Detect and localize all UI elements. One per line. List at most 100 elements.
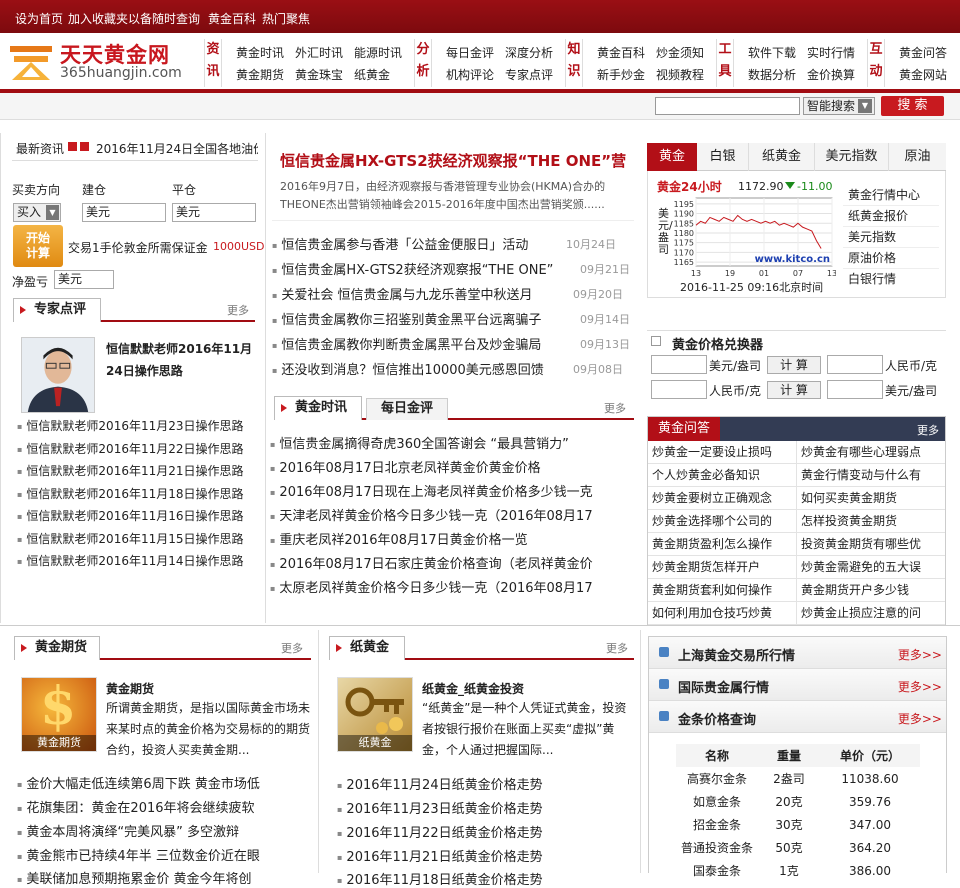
search-button[interactable]: 搜 索 xyxy=(881,96,944,116)
list-item[interactable]: 黄金本周将演绎“完美风暴” 多空激辩 xyxy=(17,821,312,840)
usd-oz-input[interactable] xyxy=(651,355,707,374)
list-item[interactable]: 美联储加息预期拖累金价 黄金今年将创 xyxy=(17,868,312,887)
tab-dollar-index[interactable]: 美元指数 xyxy=(815,143,889,171)
news-item[interactable]: 重庆老凤祥2016年08月17日黄金价格一览 xyxy=(270,529,604,548)
rmb-g-output[interactable] xyxy=(827,355,883,374)
news-item[interactable]: 关爱社会 恒信贵金属与九龙乐善堂中秋送月 xyxy=(272,284,562,303)
list-item[interactable]: 恒信默默老师2016年11月16日操作思路 xyxy=(17,507,243,524)
profit-input[interactable]: 美元 xyxy=(54,270,114,289)
quote-link[interactable]: 原油价格 xyxy=(843,248,939,269)
table-row[interactable]: 招金金条 30克 347.00 xyxy=(676,813,920,836)
news-item[interactable]: 2016年08月17日现在上海老凤祥黄金价格多少钱一克 xyxy=(270,481,634,500)
list-item[interactable]: 恒信默默老师2016年11月14日操作思路 xyxy=(17,552,243,569)
list-item[interactable]: 恒信默默老师2016年11月15日操作思路 xyxy=(17,530,243,547)
list-item[interactable]: 恒信默默老师2016年11月22日操作思路 xyxy=(17,440,243,457)
nav-link[interactable]: 每日金评 xyxy=(446,44,494,61)
tab-daily-review[interactable]: 每日金评 xyxy=(366,398,448,420)
news-item[interactable]: 2016年08月17日北京老凤祥黄金价黄金价格 xyxy=(270,457,634,476)
news-item[interactable]: 还没收到消息？恒信推出10000美元感恩回馈 xyxy=(272,359,572,378)
calculate-button[interactable]: 开始计算 xyxy=(13,225,63,267)
expert-avatar[interactable] xyxy=(21,337,95,413)
market-row[interactable]: 上海黄金交易所行情 更多>> xyxy=(649,637,946,669)
news-item[interactable]: 恒信贵金属参与香港「公益金便服日」活动 xyxy=(272,234,562,253)
calc-button[interactable]: 计 算 xyxy=(767,381,821,399)
qa-item[interactable]: 投资黄金期货有哪些优 xyxy=(797,533,945,556)
table-row[interactable]: 如意金条 20克 359.76 xyxy=(676,790,920,813)
expert-more-link[interactable]: 更多 xyxy=(227,302,249,318)
qa-item[interactable]: 炒黄金止损应注意的问 xyxy=(797,602,945,625)
arrow-down-icon[interactable] xyxy=(80,142,89,151)
set-homepage-link[interactable]: 设为首页 xyxy=(15,10,63,27)
nav-link[interactable]: 黄金珠宝 xyxy=(295,66,343,83)
quote-link[interactable]: 纸黄金报价 xyxy=(843,206,939,227)
quote-link[interactable]: 白银行情 xyxy=(843,269,939,290)
qa-item[interactable]: 炒黄金一定要设止损吗 xyxy=(648,441,797,464)
market-more-link[interactable]: 更多>> xyxy=(898,710,942,727)
tab-oil[interactable]: 原油 xyxy=(889,143,946,171)
nav-link[interactable]: 外汇时讯 xyxy=(295,44,343,61)
expert-headline[interactable]: 恒信默默老师2016年11月24日操作思路 xyxy=(106,338,260,382)
list-item[interactable]: 金价大幅走低连续第6周下跌 黄金市场低 xyxy=(17,773,312,792)
news-item[interactable]: 恒信贵金属教你三招鉴别黄金黑平台远离骗子 xyxy=(272,309,572,328)
list-item[interactable]: 黄金熊市已持续4年半 三位数金价近在眼 xyxy=(17,845,312,864)
market-more-link[interactable]: 更多>> xyxy=(898,646,942,663)
tab-futures[interactable]: 黄金期货 xyxy=(14,636,100,660)
calc-button[interactable]: 计 算 xyxy=(767,356,821,374)
ticker-text[interactable]: 2016年11月24日全国各地油价 xyxy=(96,140,258,157)
qa-item[interactable]: 炒黄金有哪些心理弱点 xyxy=(797,441,945,464)
arrow-up-icon[interactable] xyxy=(68,142,77,151)
qa-item[interactable]: 黄金期货盈利怎么操作 xyxy=(648,533,797,556)
tab-gold-news[interactable]: 黄金时讯 xyxy=(274,396,362,420)
table-row[interactable]: 国泰金条 1克 386.00 xyxy=(676,859,920,882)
search-input[interactable] xyxy=(655,97,800,115)
tab-gold-qa[interactable]: 黄金问答 xyxy=(648,417,720,441)
qa-item[interactable]: 炒黄金期货怎样开户 xyxy=(648,556,797,579)
nav-link[interactable]: 黄金百科 xyxy=(597,44,645,61)
market-row[interactable]: 金条价格查询 更多>> xyxy=(649,701,946,733)
close-price-input[interactable]: 美元 xyxy=(172,203,256,222)
list-item[interactable]: 恒信默默老师2016年11月21日操作思路 xyxy=(17,462,243,479)
tab-paper-gold[interactable]: 纸黄金 xyxy=(749,143,815,171)
futures-more-link[interactable]: 更多 xyxy=(281,640,303,656)
nav-link[interactable]: 炒金须知 xyxy=(656,44,704,61)
nav-link[interactable]: 黄金网站 xyxy=(899,66,947,83)
quote-link[interactable]: 黄金行情中心 xyxy=(843,185,939,206)
tab-paper-gold-section[interactable]: 纸黄金 xyxy=(329,636,405,660)
qa-item[interactable]: 炒黄金要树立正确观念 xyxy=(648,487,797,510)
list-item[interactable]: 2016年11月21日纸黄金价格走势 xyxy=(337,846,632,865)
qa-item[interactable]: 怎样投资黄金期货 xyxy=(797,510,945,533)
nav-link[interactable]: 黄金问答 xyxy=(899,44,947,61)
qa-item[interactable]: 黄金行情变动与什么有 xyxy=(797,464,945,487)
nav-link[interactable]: 专家点评 xyxy=(505,66,553,83)
market-more-link[interactable]: 更多>> xyxy=(898,678,942,695)
search-type-select[interactable]: 智能搜索 ▼ xyxy=(803,97,875,115)
paper-gold-image[interactable]: 纸黄金 xyxy=(337,677,413,752)
futures-image[interactable]: $ 黄金期货 xyxy=(21,676,97,752)
usd-oz-output[interactable] xyxy=(827,380,883,399)
nav-link[interactable]: 视频教程 xyxy=(656,66,704,83)
futures-head[interactable]: 黄金期货 xyxy=(106,680,154,697)
qa-item[interactable]: 如何买卖黄金期货 xyxy=(797,487,945,510)
list-item[interactable]: 2016年11月24日纸黄金价格走势 xyxy=(337,774,632,793)
news-item[interactable]: 恒信贵金属教你判断贵金属黑平台及炒金骗局 xyxy=(272,334,572,353)
nav-link[interactable]: 能源时讯 xyxy=(354,44,402,61)
qa-more-link[interactable]: 更多 xyxy=(917,422,939,438)
nav-link[interactable]: 黄金时讯 xyxy=(236,44,284,61)
nav-link[interactable]: 新手炒金 xyxy=(597,66,645,83)
news-item[interactable]: 2016年08月17日石家庄黄金价格查询（老凤祥黄金价 xyxy=(270,553,604,572)
headline-title[interactable]: 恒信贵金属HX-GTS2获经济观察报“THE ONE”营 xyxy=(280,150,640,171)
list-item[interactable]: 花旗集团：黄金在2016年将会继续疲软 xyxy=(17,797,312,816)
nav-link[interactable]: 深度分析 xyxy=(505,44,553,61)
news-item[interactable]: 天津老凤祥黄金价格今日多少钱一克（2016年08月17 xyxy=(270,505,604,524)
qa-item[interactable]: 如何利用加仓技巧炒黄 xyxy=(648,602,797,625)
tab-expert[interactable]: 专家点评 xyxy=(13,298,101,322)
site-logo[interactable]: 天天黄金网 365huangjin.com xyxy=(8,40,198,84)
paper-more-link[interactable]: 更多 xyxy=(606,640,628,656)
add-favorite-link[interactable]: 加入收藏夹以备随时查询 xyxy=(68,10,200,27)
news-item[interactable]: 太原老凤祥黄金价格今日多少钱一克（2016年08月17 xyxy=(270,577,604,596)
nav-link[interactable]: 金价换算 xyxy=(807,66,855,83)
hot-topics-link[interactable]: 热门聚焦 xyxy=(262,10,310,27)
open-price-input[interactable]: 美元 xyxy=(82,203,166,222)
news-item[interactable]: 恒信贵金属HX-GTS2获经济观察报“THE ONE” xyxy=(272,259,562,278)
nav-link[interactable]: 机构评论 xyxy=(446,66,494,83)
